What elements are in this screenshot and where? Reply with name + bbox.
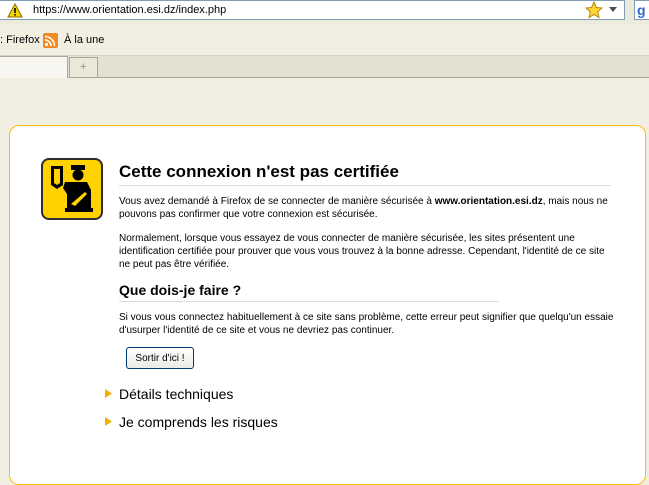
bookmark-a-la-une[interactable]: À la une [64,33,104,47]
rss-feed-icon[interactable] [43,33,58,48]
site-host: www.orientation.esi.dz [434,196,543,207]
star-icon[interactable] [585,1,603,19]
intro-text-start: Vous avez demandé à Firefox de se connec… [119,196,435,207]
explanation-paragraph: Normalement, lorsque vous essayez de vou… [119,233,605,270]
url-text[interactable]: https://www.orientation.esi.dz/index.php [33,3,226,17]
what-to-do-heading: Que dois-je faire ? [119,281,499,302]
border-guard-icon [41,158,103,220]
chevron-down-icon[interactable] [609,7,617,13]
page-content: Cette connexion n'est pas certifiée Vous… [0,78,649,485]
technical-details-expander[interactable]: Détails techniques [105,385,405,403]
plus-icon: + [80,61,87,73]
advice-paragraph: Si vous vous connectez habituellement à … [119,312,614,336]
url-input[interactable]: https://www.orientation.esi.dz/index.php [0,0,625,20]
understand-risks-expander[interactable]: Je comprends les risques [105,413,405,431]
triangle-right-icon [105,389,112,398]
triangle-right-icon [105,417,112,426]
new-tab-button[interactable]: + [69,57,98,77]
error-panel: Cette connexion n'est pas certifiée Vous… [9,125,646,485]
bookmark-firefox[interactable]: : Firefox [0,33,40,47]
technical-details-label[interactable]: Détails techniques [119,385,233,403]
page-title: Cette connexion n'est pas certifiée [119,161,611,186]
warning-triangle-icon[interactable] [7,3,23,18]
understand-risks-label[interactable]: Je comprends les risques [119,413,278,431]
google-search-icon[interactable]: g [634,0,649,20]
intro-paragraph: Vous avez demandé à Firefox de se connec… [119,195,614,221]
url-bar-row: https://www.orientation.esi.dz/index.php… [0,0,649,24]
tab-active[interactable] [0,56,68,78]
get-me-out-button[interactable]: Sortir d'ici ! [126,347,194,369]
tab-strip: + [0,56,649,78]
bookmarks-toolbar: : Firefox À la une [0,24,649,56]
